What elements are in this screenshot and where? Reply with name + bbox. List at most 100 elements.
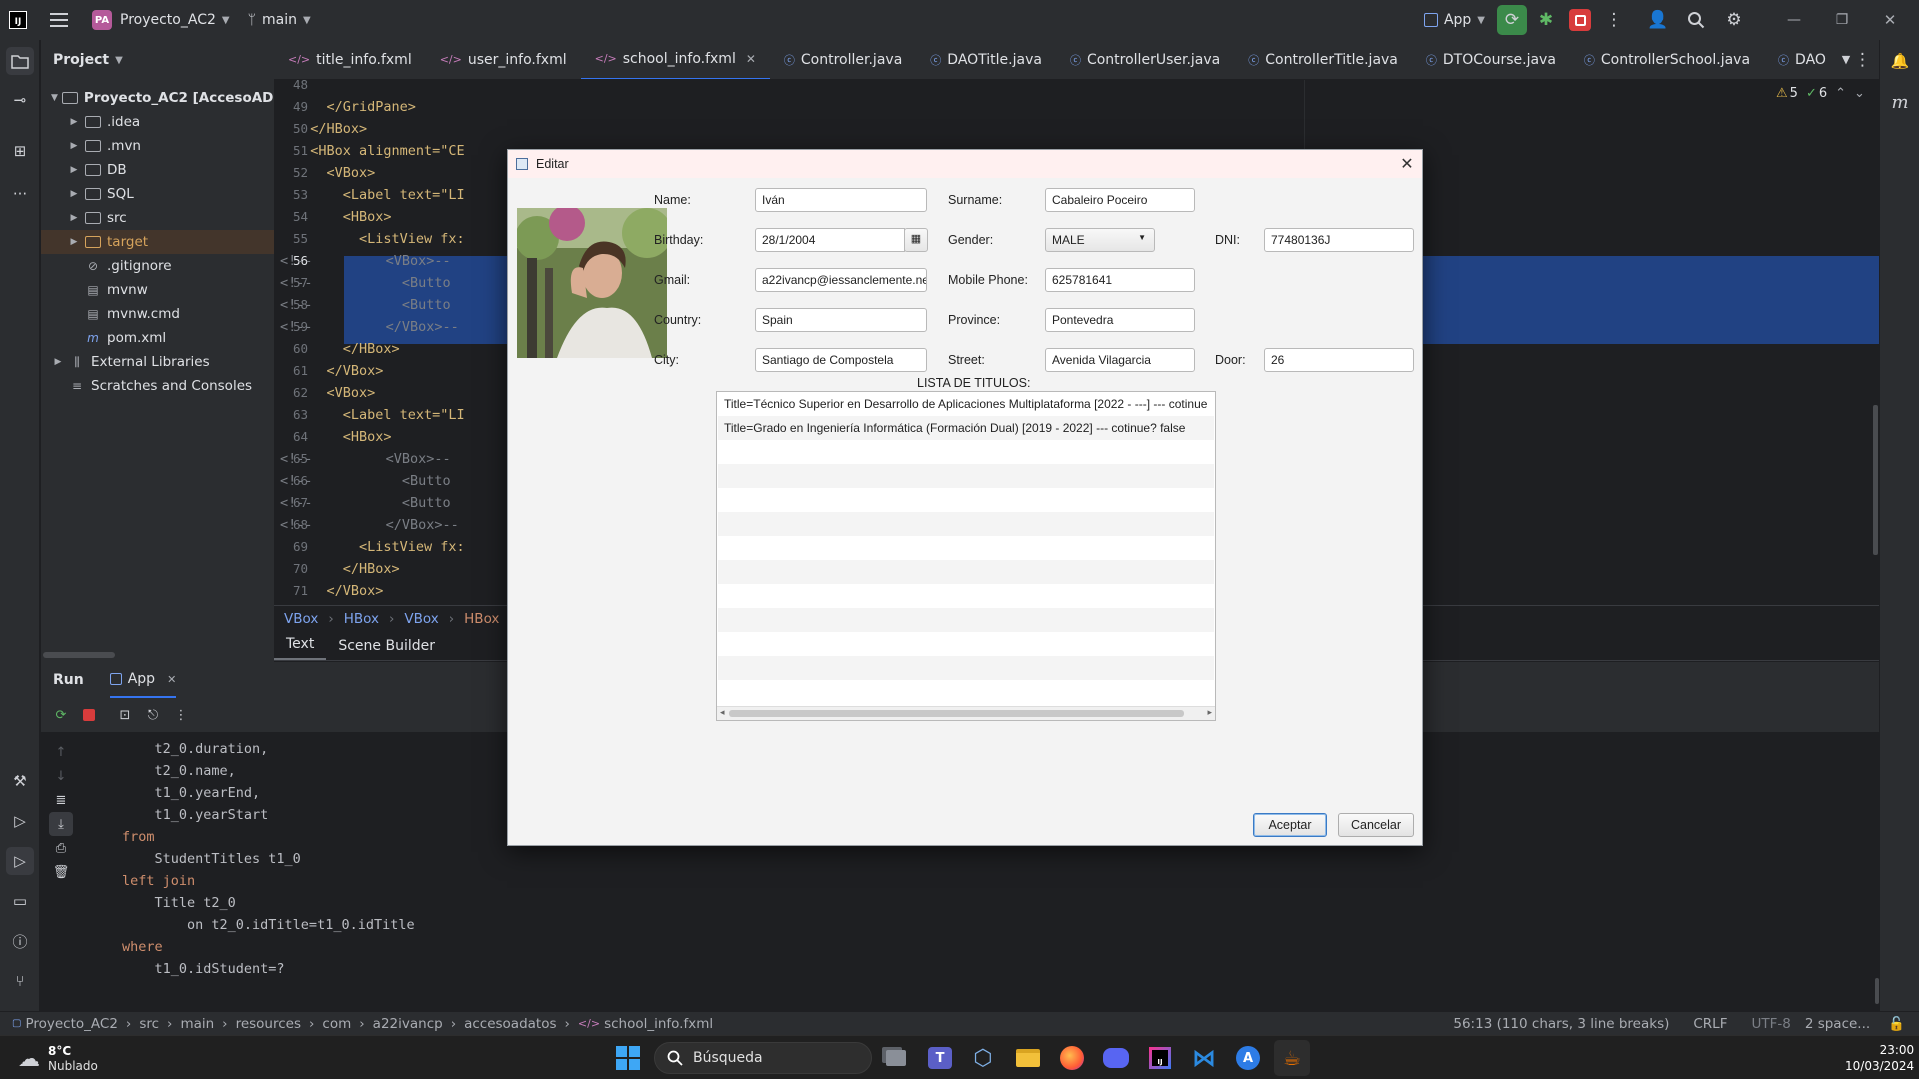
- firefox-icon[interactable]: [1054, 1040, 1090, 1076]
- code-line[interactable]: <!-- </VBox>--: [280, 316, 459, 338]
- accept-button[interactable]: Aceptar: [1253, 813, 1327, 837]
- structure-icon[interactable]: ⊞: [6, 137, 34, 165]
- name-field[interactable]: Iván: [755, 188, 927, 212]
- code-line[interactable]: <!-- </VBox>--: [280, 514, 459, 536]
- search-icon[interactable]: [1681, 5, 1711, 35]
- tab-scene-builder[interactable]: Scene Builder: [326, 632, 447, 660]
- tab-school-info[interactable]: </> school_info.fxml ✕: [580, 40, 770, 79]
- city-field[interactable]: Santiago de Compostela: [755, 348, 927, 372]
- vscode-icon[interactable]: ⋈: [1186, 1040, 1222, 1076]
- line-separator[interactable]: CRLF: [1693, 1016, 1727, 1032]
- scrollbar-thumb[interactable]: [729, 710, 1184, 717]
- trash-icon[interactable]: 🗑: [49, 860, 73, 884]
- status-path-item[interactable]: school_info.fxml: [604, 1016, 713, 1032]
- status-path-item[interactable]: resources: [236, 1016, 301, 1032]
- stop-icon[interactable]: [1565, 5, 1595, 35]
- close-window-icon[interactable]: ✕: [1875, 5, 1905, 35]
- code-line[interactable]: <VBox>: [294, 162, 376, 184]
- tree-item-src[interactable]: ▶ src: [41, 206, 274, 230]
- status-path-item[interactable]: Proyecto_AC2: [25, 1016, 117, 1032]
- camera-snapshot-icon[interactable]: ⊡: [113, 703, 137, 727]
- tabs-overflow-icon[interactable]: ▼: [1840, 45, 1852, 75]
- country-field[interactable]: Spain: [755, 308, 927, 332]
- tree-item-pom[interactable]: m pom.xml: [41, 326, 274, 350]
- tab-text[interactable]: Text: [274, 630, 327, 660]
- tab-controller[interactable]: ⓒ Controller.java: [770, 40, 916, 79]
- code-line[interactable]: <!-- <VBox>--: [280, 448, 451, 470]
- tree-item-db[interactable]: ▶ DB: [41, 158, 274, 182]
- code-line[interactable]: </GridPane>: [294, 96, 416, 118]
- notifications-bell-icon[interactable]: 🔔: [1886, 47, 1914, 75]
- status-path-item[interactable]: a22ivancp: [373, 1016, 443, 1032]
- list-horizontal-scrollbar[interactable]: ◂ ▸: [717, 706, 1215, 720]
- breadcrumb-item[interactable]: VBox: [274, 611, 328, 627]
- project-folder-icon[interactable]: [6, 47, 34, 75]
- tree-item-mvnw[interactable]: ▤ mvnw: [41, 278, 274, 302]
- calendar-icon[interactable]: ▦: [904, 228, 928, 252]
- tab-title-info[interactable]: </> title_info.fxml: [274, 40, 426, 79]
- titles-listview[interactable]: Title=Técnico Superior en Desarrollo de …: [716, 391, 1216, 721]
- scroll-to-end-icon[interactable]: ⤓: [49, 812, 73, 836]
- tab-dao-title[interactable]: ⓒ DAOTitle.java: [916, 40, 1056, 79]
- scroll-left-icon[interactable]: ◂: [720, 707, 725, 718]
- more-actions-icon[interactable]: ⋮: [1599, 5, 1629, 35]
- code-line[interactable]: <!-- <Butto: [280, 492, 451, 514]
- code-line[interactable]: <!-- <Butto: [280, 272, 451, 294]
- surname-field[interactable]: Cabaleiro Poceiro: [1045, 188, 1195, 212]
- code-line[interactable]: <!-- <Butto: [280, 470, 451, 492]
- tree-item-gitignore[interactable]: ⊘ .gitignore: [41, 254, 274, 278]
- dni-field[interactable]: 77480136J: [1264, 228, 1414, 252]
- tab-controller-title[interactable]: ⓒ ControllerTitle.java: [1234, 40, 1412, 79]
- more-actions-icon[interactable]: ⋮: [169, 703, 193, 727]
- tree-item-idea[interactable]: ▶ .idea: [41, 110, 274, 134]
- tab-controller-school[interactable]: ⓒ ControllerSchool.java: [1570, 40, 1764, 79]
- services-icon[interactable]: ▷: [6, 807, 34, 835]
- maximize-icon[interactable]: ❐: [1827, 5, 1857, 35]
- soft-wrap-icon[interactable]: ≣: [49, 788, 73, 812]
- tab-controller-user[interactable]: ⓒ ControllerUser.java: [1056, 40, 1234, 79]
- task-view-icon[interactable]: [878, 1040, 914, 1076]
- code-line[interactable]: <!-- <Butto: [280, 294, 451, 316]
- problems-icon[interactable]: ⓘ: [6, 927, 34, 955]
- more-tools-icon[interactable]: ···: [6, 180, 34, 208]
- tree-item-mvn[interactable]: ▶ .mvn: [41, 134, 274, 158]
- stop-icon[interactable]: [77, 703, 101, 727]
- province-field[interactable]: Pontevedra: [1045, 308, 1195, 332]
- indent-setting[interactable]: 2 space...: [1805, 1016, 1870, 1032]
- inspections-widget[interactable]: ⚠ 5 ✓ 6 ⌃ ⌄: [1776, 86, 1865, 101]
- main-menu-icon[interactable]: [36, 0, 82, 40]
- weather-widget[interactable]: ☁ 8°C Nublado: [18, 1044, 98, 1074]
- discord-icon[interactable]: [1098, 1040, 1134, 1076]
- code-line[interactable]: <HBox>: [294, 206, 392, 228]
- rerun-icon[interactable]: ⟳: [49, 703, 73, 727]
- code-line[interactable]: <HBox alignment="CE: [294, 140, 464, 162]
- door-field[interactable]: 26: [1264, 348, 1414, 372]
- exit-icon[interactable]: ⎋: [141, 703, 165, 727]
- taskbar-search[interactable]: Búsqueda: [654, 1042, 872, 1074]
- mobile-field[interactable]: 625781641: [1045, 268, 1195, 292]
- tab-user-info[interactable]: </> user_info.fxml: [426, 40, 581, 79]
- scroll-right-icon[interactable]: ▸: [1207, 707, 1212, 718]
- code-line[interactable]: </VBox>: [294, 360, 384, 382]
- editor-scrollbar[interactable]: [1873, 405, 1878, 555]
- tab-dao[interactable]: ⓒ DAO: [1764, 40, 1840, 79]
- app-store-icon[interactable]: A: [1230, 1040, 1266, 1076]
- add-user-icon[interactable]: 👤: [1643, 5, 1673, 35]
- chevron-down-icon[interactable]: ⌄: [1854, 86, 1865, 101]
- status-path-item[interactable]: com: [322, 1016, 351, 1032]
- status-path-item[interactable]: accesoadatos: [464, 1016, 556, 1032]
- clock[interactable]: 23:00 10/03/2024: [1845, 1042, 1914, 1074]
- code-line[interactable]: <Label text="LI: [294, 404, 465, 426]
- minimize-icon[interactable]: —: [1779, 5, 1809, 35]
- birthday-field[interactable]: 28/1/2004: [755, 228, 905, 252]
- code-line[interactable]: <ListView fx:: [294, 228, 465, 250]
- lock-icon[interactable]: 🔓: [1888, 1016, 1905, 1032]
- code-line[interactable]: <VBox>: [294, 382, 376, 404]
- console-scrollbar[interactable]: [1875, 978, 1879, 1004]
- project-panel-header[interactable]: Project ▼: [41, 40, 274, 80]
- app-run-tab[interactable]: App ✕: [109, 662, 177, 698]
- intellij-taskbar-icon[interactable]: IJ: [1142, 1040, 1178, 1076]
- titles-list-item[interactable]: Title=Grado en Ingeniería Informática (F…: [718, 416, 1214, 440]
- project-selector[interactable]: PA Proyecto_AC2 ▼: [82, 0, 240, 40]
- gender-select[interactable]: MALE ▼: [1045, 228, 1155, 252]
